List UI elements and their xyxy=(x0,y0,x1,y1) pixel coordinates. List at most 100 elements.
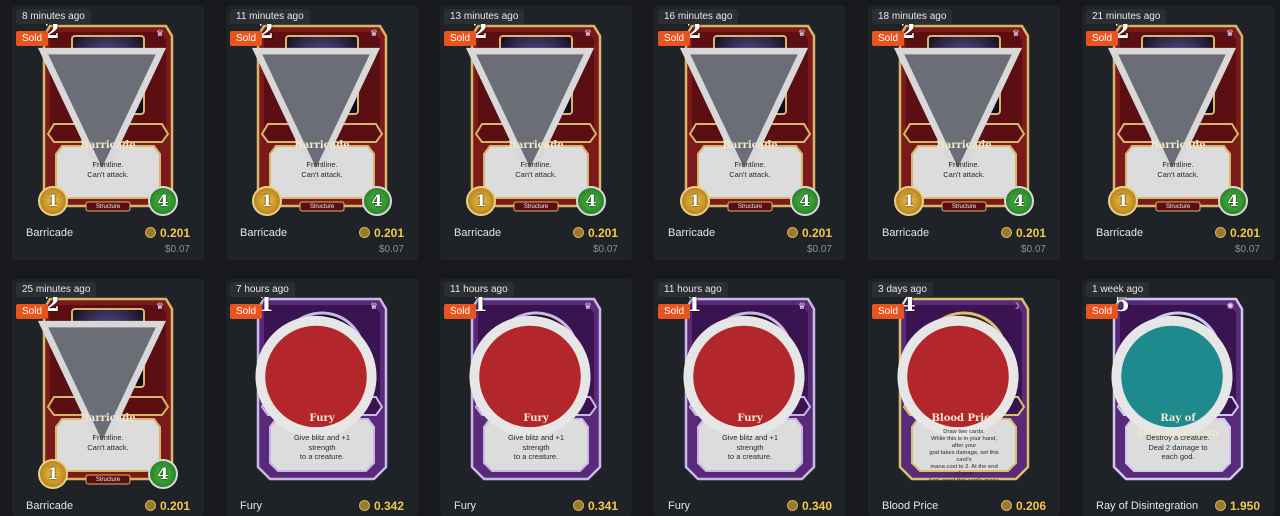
card-image[interactable]: 2 ♛ Barricade Frontline. Can't attack. S… xyxy=(36,291,180,489)
card-image[interactable]: 2 ♛ Barricade Frontline. Can't attack. S… xyxy=(36,18,180,216)
card-image[interactable]: 2 ♛ Barricade Frontline. Can't attack. S… xyxy=(1106,18,1250,216)
usd-price: $0.07 xyxy=(592,244,618,255)
price-value: 1.950 xyxy=(1229,499,1260,513)
listing-name[interactable]: Barricade xyxy=(454,227,501,239)
war-god-icon: ♛ xyxy=(1225,28,1234,38)
card-image[interactable]: 2 ♛ Barricade Frontline. Can't attack. S… xyxy=(892,18,1036,216)
time-ago-label: 25 minutes ago xyxy=(16,282,97,297)
price-value: 0.340 xyxy=(801,499,832,513)
price-value: 0.201 xyxy=(587,226,618,240)
listing-price: 0.201 xyxy=(1000,226,1046,240)
listing-name[interactable]: Barricade xyxy=(882,227,929,239)
health-stat: 4 xyxy=(1218,186,1248,216)
time-ago-label: 18 minutes ago xyxy=(872,9,953,24)
listing-price: 0.201 xyxy=(358,226,404,240)
time-ago-label: 21 minutes ago xyxy=(1086,9,1167,24)
time-ago-label: 1 week ago xyxy=(1086,282,1150,297)
gods-coin-icon xyxy=(1214,500,1226,511)
card-text: Give blitz and +1 strength to a creature… xyxy=(721,433,779,461)
listing-name[interactable]: Fury xyxy=(668,500,690,512)
listing-price: 1.950 xyxy=(1214,499,1260,513)
attack-stat: 1 xyxy=(38,186,68,216)
war-god-icon: ♛ xyxy=(797,301,806,311)
time-ago-label: 11 minutes ago xyxy=(230,9,310,24)
listing-tile[interactable]: 16 minutes ago Sold 2 ♛ Barricade Frontl… xyxy=(654,6,846,260)
card-image[interactable]: 2 ♛ Barricade Frontline. Can't attack. S… xyxy=(464,18,608,216)
card-image[interactable]: 1 ♛ Fury Give blitz and +1 strength to a… xyxy=(464,291,608,487)
time-ago-label: 11 hours ago xyxy=(658,282,728,297)
health-stat: 4 xyxy=(148,186,178,216)
card-image[interactable]: 4 ☽ Blood Price Draw two cards. While th… xyxy=(892,291,1036,491)
listing-name[interactable]: Fury xyxy=(240,500,262,512)
card-name: Barricade xyxy=(80,140,136,151)
war-god-icon: ♛ xyxy=(1011,28,1020,38)
listing-name[interactable]: Barricade xyxy=(1096,227,1143,239)
time-ago-label: 13 minutes ago xyxy=(444,9,525,24)
listing-price: 0.206 xyxy=(1000,499,1046,513)
gods-coin-icon xyxy=(358,227,370,238)
sold-badge: Sold xyxy=(16,31,49,46)
time-ago-label: 16 minutes ago xyxy=(658,9,739,24)
listing-price: 0.201 xyxy=(144,226,190,240)
listing-name[interactable]: Barricade xyxy=(240,227,287,239)
card-text: Destroy a creature. Deal 2 damage to eac… xyxy=(1146,433,1210,461)
usd-price: $0.07 xyxy=(1234,244,1260,255)
health-stat: 4 xyxy=(148,459,178,489)
card-name: Barricade xyxy=(508,140,564,151)
listing-tile[interactable]: 11 hours ago Sold 1 ♛ Fury Give blitz an… xyxy=(654,279,846,516)
health-stat: 4 xyxy=(576,186,606,216)
price-value: 0.206 xyxy=(1015,499,1046,513)
listing-name[interactable]: Fury xyxy=(454,500,476,512)
listing-tile[interactable]: 3 days ago Sold 4 ☽ Blood Price Draw two… xyxy=(868,279,1060,516)
card-image[interactable]: 1 ♛ Fury Give blitz and +1 strength to a… xyxy=(678,291,822,487)
listing-tile[interactable]: 8 minutes ago Sold 2 ♛ Barricade Frontli… xyxy=(12,6,204,260)
gods-coin-icon xyxy=(144,500,156,511)
listing-name[interactable]: Ray of Disintegration xyxy=(1096,500,1198,512)
card-image[interactable]: 2 ♛ Barricade Frontline. Can't attack. S… xyxy=(250,18,394,216)
card-name: Barricade xyxy=(722,140,778,151)
card-type: Structure xyxy=(95,477,121,483)
listing-tile[interactable]: 25 minutes ago Sold 2 ♛ Barricade Frontl… xyxy=(12,279,204,516)
card-text: Frontline. Can't attack. xyxy=(1157,160,1199,179)
listing-tile[interactable]: 1 week ago Sold 5 ✺ Ray of Disintegratio… xyxy=(1082,279,1274,516)
card-text: Give blitz and +1 strength to a creature… xyxy=(293,433,351,461)
sold-badge: Sold xyxy=(444,31,477,46)
card-text: Frontline. Can't attack. xyxy=(729,160,771,179)
sold-badge: Sold xyxy=(230,304,263,319)
listing-tile[interactable]: 13 minutes ago Sold 2 ♛ Barricade Frontl… xyxy=(440,6,632,260)
magic-god-icon: ✺ xyxy=(1226,301,1234,311)
gods-coin-icon xyxy=(358,500,370,511)
listing-name[interactable]: Blood Price xyxy=(882,500,938,512)
listing-name[interactable]: Barricade xyxy=(668,227,715,239)
attack-stat: 1 xyxy=(894,186,924,216)
war-god-icon: ♛ xyxy=(155,28,164,38)
gods-coin-icon xyxy=(786,227,798,238)
listing-name[interactable]: Barricade xyxy=(26,227,73,239)
card-name: Fury xyxy=(737,413,763,424)
listing-tile[interactable]: 21 minutes ago Sold 2 ♛ Barricade Frontl… xyxy=(1082,6,1274,260)
health-stat: 4 xyxy=(790,186,820,216)
card-image[interactable]: 5 ✺ Ray of Disintegration Destroy a crea… xyxy=(1106,291,1250,487)
sold-badge: Sold xyxy=(872,31,905,46)
card-name: Barricade xyxy=(294,140,350,151)
attack-stat: 1 xyxy=(680,186,710,216)
gods-coin-icon xyxy=(572,500,584,511)
listing-tile[interactable]: 7 hours ago Sold 1 ♛ Fury Give blitz and… xyxy=(226,279,418,516)
card-type: Structure xyxy=(737,204,763,210)
listing-tile[interactable]: 18 minutes ago Sold 2 ♛ Barricade Frontl… xyxy=(868,6,1060,260)
usd-price: $0.07 xyxy=(1020,244,1046,255)
gods-coin-icon xyxy=(1000,227,1012,238)
card-image[interactable]: 1 ♛ Fury Give blitz and +1 strength to a… xyxy=(250,291,394,487)
gods-coin-icon xyxy=(786,500,798,511)
card-image[interactable]: 2 ♛ Barricade Frontline. Can't attack. S… xyxy=(678,18,822,216)
listing-tile[interactable]: 11 hours ago Sold 1 ♛ Fury Give blitz an… xyxy=(440,279,632,516)
war-god-icon: ♛ xyxy=(797,28,806,38)
gods-coin-icon xyxy=(144,227,156,238)
listing-name[interactable]: Barricade xyxy=(26,500,73,512)
price-value: 0.341 xyxy=(587,499,618,513)
listing-tile[interactable]: 11 minutes ago Sold 2 ♛ Barricade Frontl… xyxy=(226,6,418,260)
time-ago-label: 3 days ago xyxy=(872,282,933,297)
usd-price: $0.07 xyxy=(164,244,190,255)
time-ago-label: 7 hours ago xyxy=(230,282,295,297)
attack-stat: 1 xyxy=(38,459,68,489)
